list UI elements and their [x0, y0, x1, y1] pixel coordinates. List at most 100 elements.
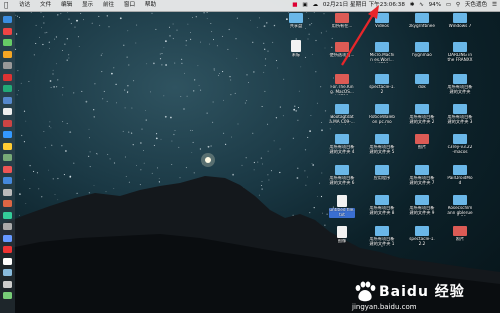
folder-icon: [453, 195, 467, 205]
photos-icon[interactable]: [3, 73, 12, 81]
desktop-icon[interactable]: 用所有项目新建的文件夹 6: [329, 165, 355, 186]
netease-icon[interactable]: [3, 246, 12, 253]
desktop-icon[interactable]: 用所有项目新建的文件夹 10: [369, 226, 395, 247]
desktop-icon-label: zkygrnfbnee: [409, 24, 435, 28]
maps-icon[interactable]: [3, 85, 12, 92]
chrome-icon[interactable]: [3, 200, 12, 207]
desktop-icon[interactable]: 用所有项目新建的文件夹 3: [447, 104, 473, 125]
folder-icon[interactable]: [3, 269, 12, 276]
desktop-icon-label: 用所有项目新建的文件夹 10: [369, 237, 395, 247]
desktop-icon-label: 共享盘: [289, 24, 303, 28]
desktop-icon[interactable]: Micro.Machin es.Worl...VAT00: [369, 42, 395, 63]
documents-icon[interactable]: [3, 280, 12, 288]
folder-icon: [375, 165, 389, 175]
desktop-icon[interactable]: 共享盘: [283, 13, 309, 34]
desktop-icon-label: 用所有项目新建的文件夹 4: [329, 145, 355, 154]
menu-list-icon[interactable]: ☰: [492, 2, 497, 8]
bluetooth-icon[interactable]: ✱: [410, 2, 415, 8]
desktop-icon[interactable]: Videos: [369, 13, 395, 34]
apple-menu-icon[interactable]: : [4, 0, 8, 11]
desktop-icon[interactable]: spectacle-1.2: [369, 74, 395, 95]
desktop-icon-label: spectacle-1.2: [369, 85, 395, 94]
menu-help[interactable]: 帮助: [145, 2, 156, 8]
desktop-icon[interactable]: PairDroidMod: [447, 165, 473, 186]
document-icon: [337, 226, 347, 238]
launchpad-icon[interactable]: [3, 27, 12, 35]
desktop-icon[interactable]: 用所有项目新建的文件夹 2: [409, 104, 435, 125]
trash-icon[interactable]: [3, 292, 12, 299]
desktop-icon-label: PairDroidMod: [447, 176, 473, 185]
desktop-icon[interactable]: 图像: [329, 226, 355, 249]
desktop-icon[interactable]: dok: [409, 74, 435, 95]
desktop-icon[interactable]: hygnmao: [409, 42, 435, 63]
search-icon[interactable]: ⚲: [456, 2, 460, 8]
battery-icon[interactable]: ▭: [446, 2, 451, 8]
desktop-icon[interactable]: RoticeWalebon pc.mon...vrderr: [369, 104, 395, 125]
menu-file[interactable]: 文件: [40, 2, 51, 8]
desktop-icon[interactable]: 用所有项目新建的文件夹 7: [409, 165, 435, 186]
desktop-icon[interactable]: DARLING in the FRANXX: [447, 42, 473, 63]
desktop-icon-label: untitled file.txt: [329, 208, 355, 218]
settings-icon[interactable]: [3, 142, 12, 150]
display-icon[interactable]: ▣: [302, 2, 307, 8]
input-source[interactable]: 天色遗色: [465, 2, 487, 8]
baidu-paw-icon: [355, 281, 376, 302]
desktop-icon[interactable]: 用所有在...: [329, 13, 355, 34]
preview-icon[interactable]: [3, 165, 12, 173]
menu-window[interactable]: 窗口: [124, 2, 135, 8]
desktop-icon-label: 用所有项目新建的文件夹 9: [409, 206, 435, 215]
desktop-icon[interactable]: 用所有项目新建的文件夹 9: [409, 195, 435, 216]
desktop-icon[interactable]: Bootagtdata.MA C09-... tmtadet: [329, 104, 355, 125]
terminal-icon[interactable]: [3, 154, 12, 161]
document-icon: [291, 40, 301, 52]
desktop-icon[interactable]: untitled file.txt: [329, 195, 355, 218]
desktop-icon[interactable]: 用所有项目新建的文件夹 4: [329, 134, 355, 155]
messages-icon[interactable]: [3, 96, 12, 104]
menu-view[interactable]: 显示: [82, 2, 93, 8]
desktop-icon[interactable]: 未标: [283, 40, 309, 63]
desktop-icon[interactable]: spectacle-1.2.2: [409, 226, 435, 247]
folder-icon: [335, 165, 349, 175]
wifi-icon[interactable]: ∿: [419, 2, 424, 8]
music-icon[interactable]: [3, 119, 12, 127]
battery-percent[interactable]: 94%: [429, 2, 441, 8]
desktop-icon[interactable]: zkygrnfbnee: [409, 13, 435, 34]
desktop-icon[interactable]: 用所有项目新建的文件夹: [447, 74, 473, 95]
desktop-icon-label: Rosecschlmann gbleruer 1.59: [447, 206, 473, 216]
menu-edit[interactable]: 编辑: [61, 2, 72, 8]
menu-go[interactable]: 前往: [103, 2, 114, 8]
notes-icon[interactable]: [3, 62, 12, 69]
safari-icon[interactable]: [3, 39, 12, 46]
folder-icon: [415, 134, 429, 144]
desktop-icon[interactable]: 用所有项目新建的文件夹 8: [369, 195, 395, 216]
downloads-icon[interactable]: [3, 257, 12, 265]
desktop-icon[interactable]: 使所选项目...: [329, 42, 355, 63]
appstore-icon[interactable]: [3, 131, 12, 138]
desktop-icon[interactable]: Windows 7: [447, 13, 473, 34]
finder-icon[interactable]: [3, 16, 12, 23]
folder-icon: [289, 13, 303, 23]
desktop-icon-label: 图片: [417, 145, 427, 149]
desktop-icon-label: 用所有项目新建的文件夹 3: [447, 115, 473, 124]
baidu-icon[interactable]: [3, 234, 12, 242]
desktop-icon[interactable]: 应用程序: [369, 165, 395, 186]
mail-icon[interactable]: [3, 50, 12, 58]
desktop-icon[interactable]: 图片: [409, 134, 435, 155]
calculator-icon[interactable]: [3, 188, 12, 196]
menu-finder[interactable]: 访达: [19, 2, 30, 8]
textedit-icon[interactable]: [3, 177, 12, 184]
datetime[interactable]: 02月21日 星期日 下午23:06:38: [323, 2, 405, 8]
folder-icon: [375, 74, 389, 84]
cloud-icon[interactable]: ☁: [312, 2, 318, 8]
desktop-icon[interactable]: 照片: [447, 226, 473, 247]
desktop-icon[interactable]: 用所有项目新建的文件夹 5: [369, 134, 395, 155]
wechat-icon[interactable]: [3, 211, 12, 219]
desktop-icon[interactable]: c3rey-v3.22-macos: [447, 134, 473, 155]
qq-icon[interactable]: [3, 223, 12, 230]
record-icon[interactable]: ■: [292, 2, 297, 8]
desktop-icon[interactable]: Rosecschlmann gbleruer 1.59: [447, 195, 473, 216]
calendar-icon[interactable]: [3, 108, 12, 115]
folder-icon: [375, 134, 389, 144]
desktop-icon[interactable]: For.The.King. MacOS...VAT00: [329, 74, 355, 95]
folder-icon: [415, 13, 429, 23]
